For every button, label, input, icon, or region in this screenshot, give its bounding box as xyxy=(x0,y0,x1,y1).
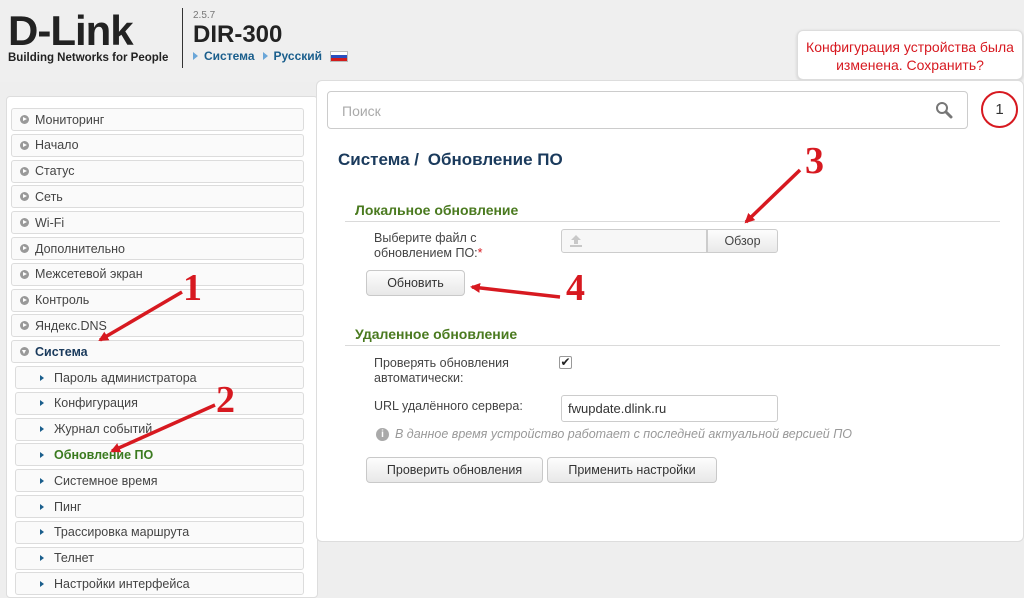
annotation-1: 1 xyxy=(183,267,202,309)
annotation-arrow-2 xyxy=(110,403,216,453)
annotation-2: 2 xyxy=(216,379,235,421)
annotation-arrow-1 xyxy=(98,290,183,342)
annotation-3: 3 xyxy=(805,140,824,182)
annotation-arrow-3 xyxy=(744,168,802,224)
annotation-4: 4 xyxy=(566,267,585,309)
annotation-arrow-4 xyxy=(470,282,561,299)
annotation-arrows xyxy=(98,168,802,453)
